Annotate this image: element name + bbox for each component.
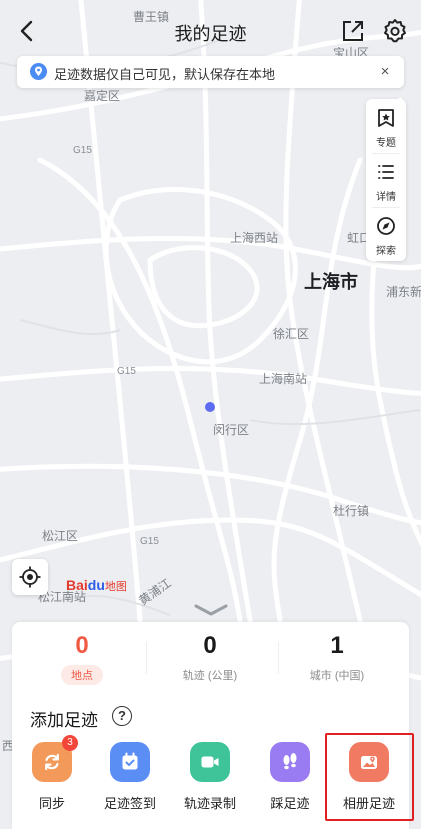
help-icon[interactable]: ? [112, 706, 132, 726]
toolbar-details-label: 详情 [376, 192, 396, 203]
crosshair-icon [19, 566, 41, 588]
sync-label: 同步 [38, 796, 65, 811]
list-icon [378, 165, 394, 179]
highlight-box [325, 733, 414, 821]
logo-text-a: Bai [66, 577, 88, 593]
map-label-g15: G15 [117, 366, 136, 377]
stat-cities-label: 城市 (中国) [309, 670, 365, 682]
map-label-minhang: 闵行区 [213, 423, 250, 437]
map-label-g15: G15 [140, 536, 159, 547]
track-record-label: 轨迹录制 [183, 796, 236, 811]
toolbar-topic-label: 专题 [376, 138, 396, 149]
header: 我的足迹 [0, 0, 421, 58]
sync-button[interactable]: 3 同步 [12, 735, 92, 812]
settings-gear-icon[interactable] [382, 18, 408, 44]
notice-text: 足迹数据仅自己可见，默认保存在本地 [54, 67, 276, 82]
map-label-shanghai: 上海市 [304, 272, 358, 292]
video-camera-icon [201, 756, 219, 768]
locate-me-button[interactable] [12, 559, 48, 595]
map-label-xuhui: 徐汇区 [273, 327, 310, 341]
chevron-down-icon[interactable] [193, 603, 229, 617]
map-label-g15: G15 [73, 145, 92, 156]
step-footprint-button[interactable]: 踩足迹 [250, 740, 330, 812]
footprints-icon [283, 753, 297, 770]
map-label-pudong: 浦东新 [386, 285, 421, 299]
map-label-duhang: 杜行镇 [333, 504, 370, 518]
toolbar-explore-button[interactable]: 探索 [366, 207, 406, 261]
checkin-button[interactable]: 足迹签到 [90, 740, 170, 812]
stat-cities-value: 1 [330, 632, 344, 659]
checkin-icon-tile [110, 742, 150, 782]
sync-count-badge: 3 [62, 735, 78, 751]
logo-text-c: 地图 [104, 581, 127, 593]
stat-places[interactable]: 0 地点 [16, 632, 148, 685]
step-footprint-icon-tile [270, 742, 310, 782]
stat-places-label: 地点 [61, 665, 103, 685]
share-icon[interactable] [341, 19, 365, 43]
sync-icon [45, 753, 59, 771]
track-record-button[interactable]: 轨迹录制 [170, 740, 250, 812]
stat-tracks-label: 轨迹 (公里) [182, 670, 238, 682]
stat-places-value: 0 [75, 632, 89, 659]
toolbar-details-button[interactable]: 详情 [366, 153, 406, 207]
add-footprint-title: 添加足迹 [30, 711, 98, 730]
step-footprint-label: 踩足迹 [270, 796, 310, 811]
map-label-songjiang: 松江区 [42, 529, 79, 543]
map-toolbar: 专题 详情 探索 [366, 99, 406, 261]
baidu-map-logo: Baidu地图 [66, 577, 127, 594]
track-record-icon-tile [190, 742, 230, 782]
privacy-notice-bar: 足迹数据仅自己可见，默认保存在本地 × [17, 56, 404, 88]
close-icon[interactable]: × [376, 63, 394, 80]
toolbar-explore-label: 探索 [376, 246, 396, 257]
map-label-jiading: 嘉定区 [84, 89, 121, 103]
toolbar-topic-button[interactable]: 专题 [366, 99, 406, 153]
stat-tracks-value: 0 [203, 632, 217, 659]
explore-icon [377, 217, 395, 235]
current-location-dot [205, 402, 215, 412]
map-label-shanghai-south: 上海南站 [259, 372, 308, 386]
sync-icon-tile: 3 [32, 735, 78, 782]
stat-cities[interactable]: 1 城市 (中国) [271, 632, 403, 685]
topic-icon [378, 109, 394, 127]
logo-text-b: du [87, 577, 105, 593]
stats-row: 0 地点 0 轨迹 (公里) 1 城市 (中国) [12, 622, 409, 690]
stat-tracks[interactable]: 0 轨迹 (公里) [144, 632, 276, 685]
checkin-label: 足迹签到 [103, 796, 156, 811]
map-label-shanghai-west: 上海西站 [230, 231, 279, 245]
calendar-check-icon [122, 752, 138, 770]
location-pin-icon [30, 63, 47, 80]
